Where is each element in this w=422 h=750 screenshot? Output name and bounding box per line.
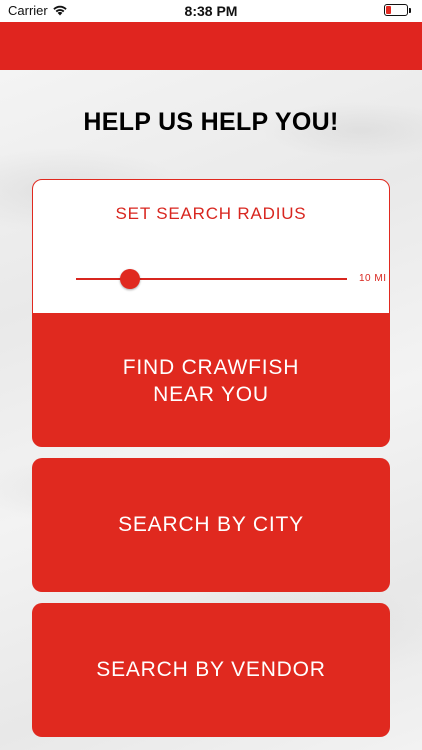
radius-slider-thumb[interactable] xyxy=(120,269,141,289)
radius-slider-track[interactable] xyxy=(76,278,347,280)
find-crawfish-button[interactable]: FIND CRAWFISH NEAR YOU xyxy=(33,354,389,408)
status-time: 8:38 PM xyxy=(184,3,238,19)
search-by-city-button[interactable]: SEARCH BY CITY xyxy=(32,458,390,592)
search-by-vendor-label: SEARCH BY VENDOR xyxy=(96,658,326,681)
find-crawfish-line1: FIND CRAWFISH xyxy=(122,356,300,379)
radius-value-label: 10 MI xyxy=(359,273,387,284)
status-bar: Carrier 8:38 PM xyxy=(0,0,422,22)
search-by-city-label: SEARCH BY CITY xyxy=(118,513,304,536)
nav-header-bar xyxy=(0,22,422,70)
battery-icon xyxy=(384,4,412,17)
find-crawfish-line2: NEAR YOU xyxy=(153,383,269,406)
page-title: HELP US HELP YOU! xyxy=(83,108,339,136)
search-by-vendor-button[interactable]: SEARCH BY VENDOR xyxy=(32,603,390,737)
search-radius-panel: SET SEARCH RADIUS 10 MI xyxy=(33,180,389,313)
search-radius-label: SET SEARCH RADIUS xyxy=(115,204,307,223)
radius-find-card: SET SEARCH RADIUS 10 MI FIND CRAWFISH NE… xyxy=(32,179,390,447)
